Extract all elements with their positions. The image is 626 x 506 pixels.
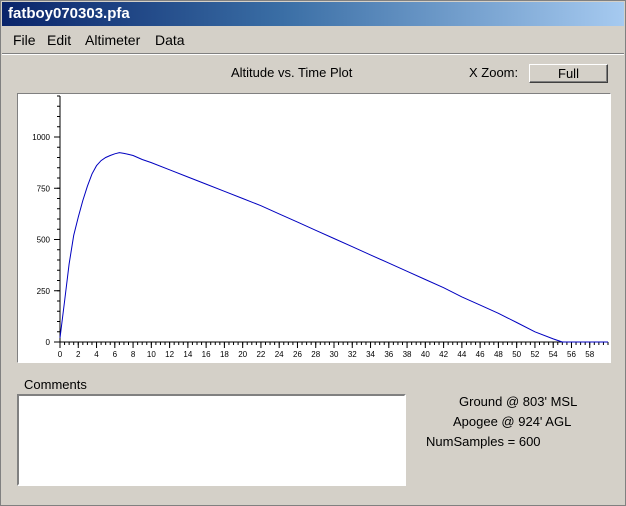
- plot-title: Altitude vs. Time Plot: [231, 65, 353, 80]
- menu-separator: [2, 53, 624, 55]
- x-tick-label: 16: [202, 350, 211, 359]
- x-tick-label: 24: [275, 350, 284, 359]
- x-tick-label: 2: [76, 350, 81, 359]
- x-tick-label: 22: [256, 350, 265, 359]
- x-tick-label: 36: [384, 350, 393, 359]
- x-tick-label: 8: [131, 350, 136, 359]
- x-tick-label: 18: [220, 350, 229, 359]
- x-tick-label: 30: [330, 350, 339, 359]
- y-tick-label: 1000: [32, 133, 50, 142]
- x-tick-label: 40: [421, 350, 430, 359]
- app-window: fatboy070303.pfa File Edit Altimeter Dat…: [0, 0, 626, 506]
- zoom-full-button[interactable]: Full: [529, 64, 608, 83]
- num-samples-info: NumSamples = 600: [426, 434, 541, 449]
- menu-edit[interactable]: Edit: [42, 28, 76, 52]
- x-tick-label: 54: [549, 350, 558, 359]
- apogee-info: Apogee @ 924' AGL: [453, 414, 572, 429]
- x-tick-label: 44: [457, 350, 466, 359]
- x-tick-label: 32: [348, 350, 357, 359]
- x-tick-label: 42: [439, 350, 448, 359]
- menu-file[interactable]: File: [8, 28, 41, 52]
- x-tick-label: 20: [238, 350, 247, 359]
- x-tick-label: 48: [494, 350, 503, 359]
- comments-input[interactable]: [17, 394, 406, 486]
- x-tick-label: 12: [165, 350, 174, 359]
- title-bar: fatboy070303.pfa: [2, 2, 624, 26]
- y-tick-label: 750: [37, 184, 51, 193]
- x-tick-label: 52: [530, 350, 539, 359]
- x-tick-label: 38: [403, 350, 412, 359]
- y-tick-label: 250: [37, 287, 51, 296]
- altitude-line: [59, 152, 608, 343]
- x-tick-label: 14: [183, 350, 192, 359]
- x-tick-label: 0: [58, 350, 63, 359]
- x-tick-label: 6: [113, 350, 118, 359]
- ground-info: Ground @ 803' MSL: [459, 394, 578, 409]
- x-tick-label: 34: [366, 350, 375, 359]
- y-tick-label: 500: [37, 236, 51, 245]
- menu-altimeter[interactable]: Altimeter: [80, 28, 145, 52]
- altitude-chart: 025050075010000 2 4 6 8 10 12 14 16 18 20 22 24 26 28 3…: [32, 95, 609, 359]
- x-tick-label: 10: [147, 350, 156, 359]
- x-tick-label: 50: [512, 350, 521, 359]
- x-tick-label: 26: [293, 350, 302, 359]
- y-tick-label: 0: [46, 338, 51, 347]
- xzoom-label: X Zoom:: [469, 65, 519, 80]
- menu-bar: File Edit Altimeter Data: [2, 28, 624, 52]
- x-tick-label: 46: [476, 350, 485, 359]
- plot-area: 0 250 500 750 1000 0 2 4 6 8 10 12 14 16 18 20 22 24 26 28 3…: [17, 93, 611, 363]
- x-tick-label: 4: [94, 350, 99, 359]
- x-tick-label: 58: [585, 350, 594, 359]
- comments-label: Comments: [24, 377, 87, 392]
- x-tick-label: 56: [567, 350, 576, 359]
- menu-data[interactable]: Data: [150, 28, 190, 52]
- x-tick-label: 28: [311, 350, 320, 359]
